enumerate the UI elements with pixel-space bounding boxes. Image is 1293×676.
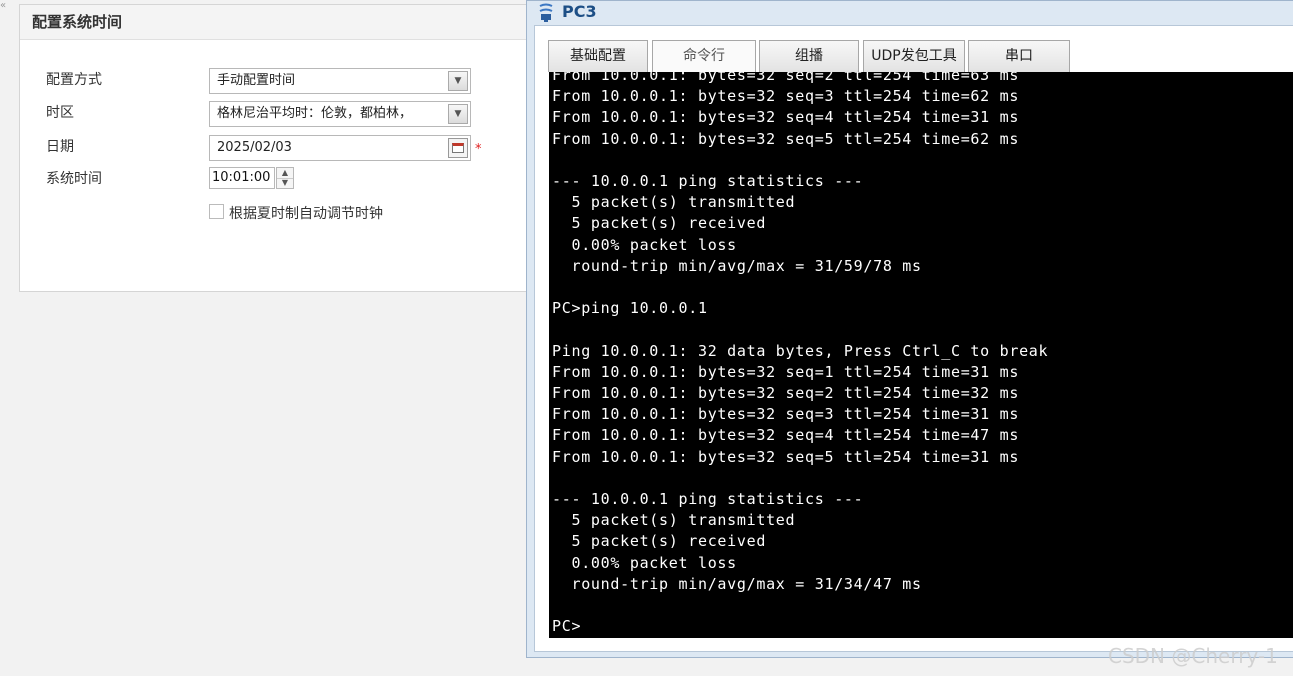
terminal-line: PC>ping 10.0.0.1	[552, 299, 708, 318]
terminal-line: 5 packet(s) transmitted	[552, 193, 796, 212]
terminal-line: 0.00% packet loss	[552, 553, 737, 572]
terminal-line: Ping 10.0.0.1: 32 data bytes, Press Ctrl…	[552, 341, 1049, 360]
network-pc-icon	[539, 3, 553, 22]
terminal-line: PC>	[552, 617, 582, 636]
tab-3[interactable]: UDP发包工具	[863, 40, 965, 72]
timezone-select[interactable]: 格林尼治平均时：伦敦，都柏林， ▼	[209, 101, 471, 127]
window-titlebar[interactable]: PC3	[527, 1, 1293, 25]
pc-body: 基础配置 命令行 组播 UDP发包工具 串口 From 10.0.0.1: bytes=…	[534, 25, 1293, 652]
terminal-line: --- 10.0.0.1 ping statistics ---	[552, 490, 864, 508]
date-input[interactable]: 2025/02/03	[209, 135, 471, 161]
terminal-line: From 10.0.0.1: bytes=32 seq=3 ttl=254 ti…	[552, 405, 1020, 424]
dst-checkbox[interactable]	[209, 204, 224, 219]
date-value: 2025/02/03	[217, 140, 292, 155]
timezone-value: 格林尼治平均时：伦敦，都柏林，	[217, 106, 413, 121]
terminal-line: 5 packet(s) received	[552, 532, 767, 551]
terminal-line: From 10.0.0.1: bytes=32 seq=5 ttl=254 ti…	[552, 447, 1020, 466]
collapse-panel-icon[interactable]: «	[0, 0, 12, 14]
spin-down-icon[interactable]: ▼	[277, 178, 293, 188]
chevron-down-icon[interactable]: ▼	[448, 104, 468, 124]
chevron-down-icon[interactable]: ▼	[448, 71, 468, 91]
terminal-line: From 10.0.0.1: bytes=32 seq=2 ttl=254 ti…	[552, 72, 1020, 84]
system-time-label: 系统时间	[46, 171, 102, 187]
terminal-line: From 10.0.0.1: bytes=32 seq=4 ttl=254 ti…	[552, 108, 1020, 127]
tab-1[interactable]: 命令行	[652, 40, 756, 73]
terminal-line: From 10.0.0.1: bytes=32 seq=4 ttl=254 ti…	[552, 426, 1020, 445]
terminal-line: round-trip min/avg/max = 31/59/78 ms	[552, 256, 922, 275]
terminal-line: --- 10.0.0.1 ping statistics ---	[552, 172, 864, 190]
terminal-line: From 10.0.0.1: bytes=32 seq=3 ttl=254 ti…	[552, 87, 1020, 106]
config-method-value: 手动配置时间	[217, 73, 296, 88]
timezone-label: 时区	[46, 105, 74, 121]
system-time-input[interactable]: 10:01:00	[209, 167, 275, 189]
required-mark: *	[475, 142, 482, 157]
watermark: CSDN @Cherry-1	[1108, 644, 1278, 668]
pc3-window: PC3 基础配置 命令行 组播 UDP发包工具 串口 From 10.0.0.1: by…	[526, 0, 1293, 658]
tab-2[interactable]: 组播	[759, 40, 859, 72]
terminal-line: 0.00% packet loss	[552, 235, 737, 254]
time-spinner[interactable]: ▲ ▼	[276, 167, 294, 189]
dst-label: 根据夏时制自动调节时钟	[229, 206, 383, 222]
terminal-line: From 10.0.0.1: bytes=32 seq=2 ttl=254 ti…	[552, 384, 1020, 402]
tab-4[interactable]: 串口	[968, 40, 1070, 72]
panel-title: 配置系统时间	[20, 5, 538, 40]
calendar-icon[interactable]	[448, 138, 468, 158]
terminal-line: 5 packet(s) received	[552, 214, 767, 233]
tab-0[interactable]: 基础配置	[548, 40, 648, 72]
terminal-line: From 10.0.0.1: bytes=32 seq=1 ttl=254 ti…	[552, 362, 1020, 381]
window-title: PC3	[562, 2, 597, 21]
config-method-label: 配置方式	[46, 72, 102, 88]
terminal-line: 5 packet(s) transmitted	[552, 511, 796, 530]
system-time-value: 10:01:00	[212, 170, 271, 185]
config-system-time-panel: 配置系统时间 配置方式 手动配置时间 ▼ 时区 格林尼治平均时：伦敦，都柏林， …	[19, 4, 539, 292]
date-label: 日期	[46, 139, 74, 155]
terminal-line: round-trip min/avg/max = 31/34/47 ms	[552, 574, 922, 593]
terminal-line: From 10.0.0.1: bytes=32 seq=5 ttl=254 ti…	[552, 129, 1020, 148]
command-terminal[interactable]: From 10.0.0.1: bytes=32 seq=2 ttl=254 ti…	[549, 72, 1293, 638]
config-method-select[interactable]: 手动配置时间 ▼	[209, 68, 471, 94]
